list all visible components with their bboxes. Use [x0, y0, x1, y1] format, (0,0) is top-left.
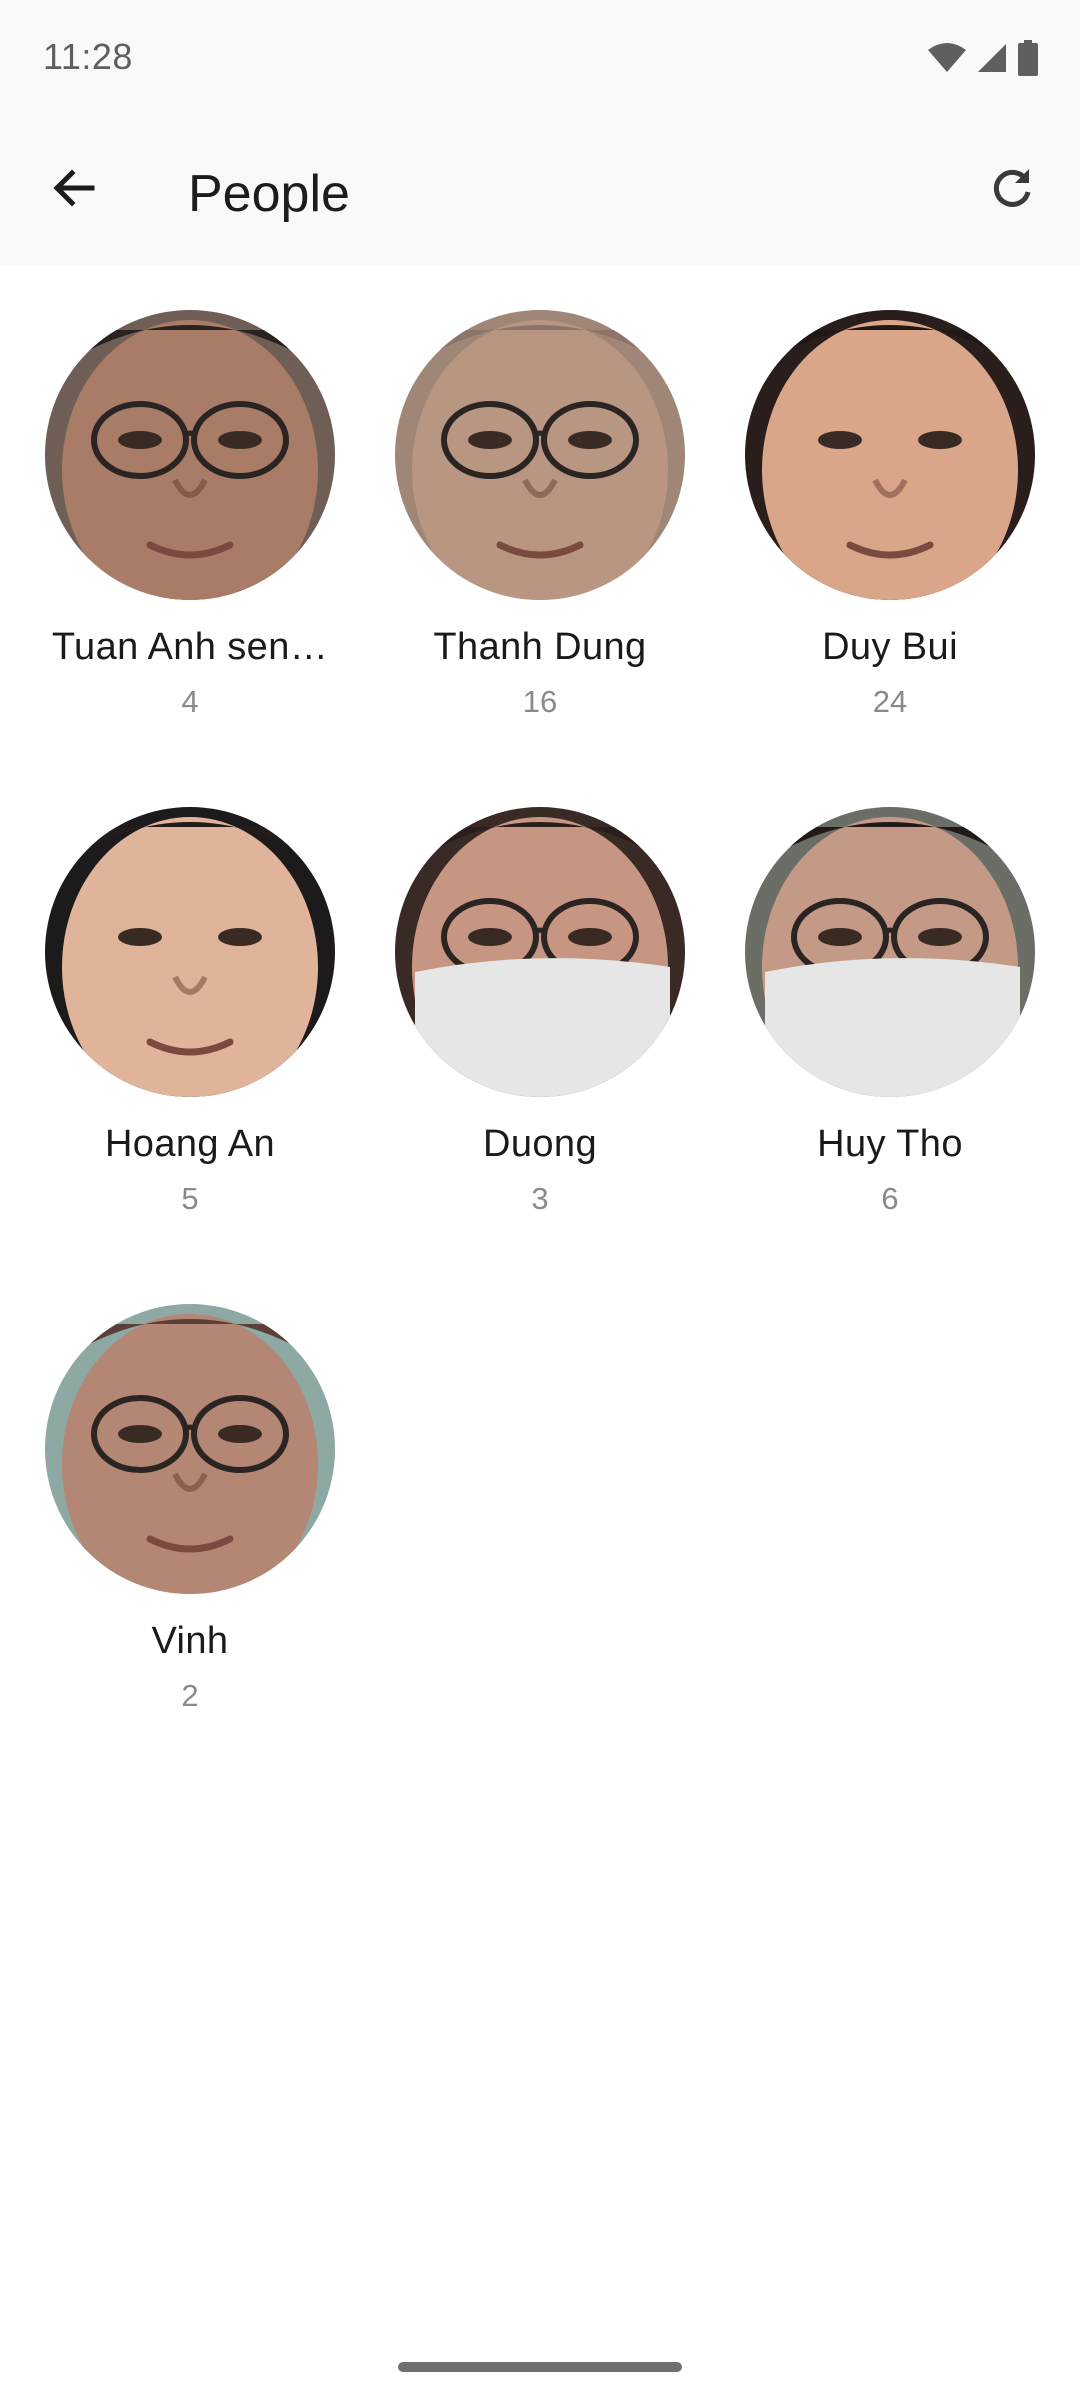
avatar [395, 807, 685, 1097]
people-screen: 11:28 People Tuan Anh sen… 4 Thanh Dung … [0, 0, 1080, 2400]
person-card-vinh[interactable]: Vinh 2 [20, 1260, 360, 1713]
signal-icon [976, 42, 1008, 79]
photo-count: 2 [181, 1678, 199, 1713]
battery-icon [1018, 39, 1038, 81]
status-bar: 11:28 [0, 0, 1080, 120]
face-photo [45, 807, 335, 1097]
person-card-thanh-dung[interactable]: Thanh Dung 16 [370, 266, 710, 719]
photo-count: 24 [872, 684, 908, 719]
app-bar: People [0, 120, 1080, 266]
back-button[interactable] [36, 152, 112, 228]
photo-count: 16 [522, 684, 558, 719]
avatar [745, 310, 1035, 600]
refresh-button[interactable] [974, 152, 1050, 228]
face-photo [395, 807, 685, 1097]
person-name: Hoang An [104, 1123, 276, 1165]
person-name: Duong [483, 1123, 597, 1165]
avatar [45, 807, 335, 1097]
status-time: 11:28 [43, 36, 133, 77]
home-indicator[interactable] [398, 2362, 682, 2372]
face-photo [45, 1304, 335, 1594]
status-icons [928, 39, 1038, 81]
arrow-left-icon [50, 164, 98, 217]
photo-count: 5 [181, 1181, 199, 1216]
person-card-duy-bui[interactable]: Duy Bui 24 [720, 266, 1060, 719]
photo-count: 3 [531, 1181, 549, 1216]
face-photo [45, 310, 335, 600]
photo-count: 6 [881, 1181, 899, 1216]
person-name: Vinh [151, 1620, 229, 1662]
wifi-icon [928, 42, 966, 79]
avatar [745, 807, 1035, 1097]
avatar [45, 1304, 335, 1594]
person-name: Huy Tho [817, 1123, 963, 1165]
person-card-duong[interactable]: Duong 3 [370, 763, 710, 1216]
face-photo [745, 310, 1035, 600]
face-photo [395, 310, 685, 600]
person-name: Thanh Dung [433, 626, 647, 668]
refresh-icon [988, 164, 1036, 217]
person-name: Tuan Anh sen… [51, 626, 329, 668]
avatar [45, 310, 335, 600]
person-card-huy-tho[interactable]: Huy Tho 6 [720, 763, 1060, 1216]
person-card-hoang-an[interactable]: Hoang An 5 [20, 763, 360, 1216]
person-name: Duy Bui [822, 626, 958, 668]
avatar [395, 310, 685, 600]
page-title: People [188, 165, 350, 223]
face-photo [745, 807, 1035, 1097]
person-card-tuan-anh[interactable]: Tuan Anh sen… 4 [20, 266, 360, 719]
photo-count: 4 [181, 684, 199, 719]
